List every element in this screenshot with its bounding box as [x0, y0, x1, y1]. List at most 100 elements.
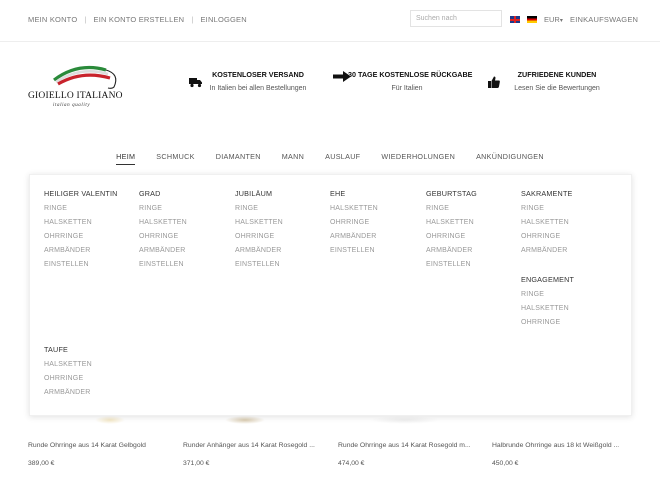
- product-name[interactable]: Runde Ohrringe aus 14 Karat Gelbgold: [28, 442, 178, 449]
- create-account-link[interactable]: EIN KONTO ERSTELLEN: [94, 15, 185, 24]
- separator: |: [84, 15, 87, 24]
- menu-item[interactable]: ARMBÄNDER: [139, 247, 187, 254]
- product-card[interactable]: Halbrunde Ohrringe aus 18 kt Weißgold ..…: [492, 442, 642, 467]
- menu-column-sacraments: SAKRAMENTE RINGE HALSKETTEN OHRRINGE ARM…: [521, 189, 573, 261]
- product-card[interactable]: Runde Ohrringe aus 14 Karat Gelbgold 389…: [28, 442, 178, 467]
- chevron-down-icon: ▾: [559, 18, 563, 24]
- nav-item-home[interactable]: HEIM: [116, 152, 136, 165]
- menu-item[interactable]: RINGE: [521, 205, 573, 212]
- nav-item-occasions[interactable]: WIEDERHOLUNGEN: [381, 152, 455, 165]
- menu-item[interactable]: ARMBÄNDER: [44, 389, 92, 396]
- menu-item[interactable]: RINGE: [235, 205, 283, 212]
- cart-link[interactable]: EINKAUFSWAGEN: [570, 15, 638, 24]
- menu-item[interactable]: RINGE: [139, 205, 187, 212]
- menu-item[interactable]: ARMBÄNDER: [44, 247, 118, 254]
- feature-title: KOSTENLOSER VERSAND: [212, 70, 304, 79]
- product-price: 371,00 €: [183, 460, 210, 467]
- menu-item[interactable]: OHRRINGE: [521, 233, 573, 240]
- product-name[interactable]: Halbrunde Ohrringe aus 18 kt Weißgold ..…: [492, 442, 642, 449]
- login-link[interactable]: EINLOGGEN: [200, 15, 246, 24]
- menu-item[interactable]: ARMBÄNDER: [235, 247, 283, 254]
- nav-item-jewelry[interactable]: SCHMUCK: [156, 152, 194, 165]
- menu-item[interactable]: HALSKETTEN: [139, 219, 187, 226]
- menu-item[interactable]: HALSKETTEN: [44, 361, 92, 368]
- thumbs-up-icon: [488, 76, 500, 88]
- menu-column-marriage: EHE HALSKETTEN OHRRINGE ARMBÄNDER EINSTE…: [330, 189, 378, 261]
- currency-selector[interactable]: EUR▾: [544, 15, 563, 24]
- feature-free-returns: 30 TAGE KOSTENLOSE RÜCKGABE Für Italien: [348, 70, 473, 92]
- product-name[interactable]: Runder Anhänger aus 14 Karat Rosegold ..…: [183, 442, 333, 449]
- menu-heading[interactable]: JUBILÄUM: [235, 189, 283, 198]
- menu-item[interactable]: OHRRINGE: [44, 233, 118, 240]
- menu-item[interactable]: OHRRINGE: [521, 319, 574, 326]
- feature-happy-customers: ZUFRIEDENE KUNDEN Lesen Sie die Bewertun…: [508, 70, 606, 92]
- menu-item[interactable]: ARMBÄNDER: [330, 233, 378, 240]
- product-image[interactable]: [95, 416, 125, 424]
- menu-heading[interactable]: EHE: [330, 189, 378, 198]
- menu-item[interactable]: EINSTELLEN: [139, 261, 187, 268]
- menu-item[interactable]: EINSTELLEN: [44, 261, 118, 268]
- feature-title: ZUFRIEDENE KUNDEN: [517, 70, 597, 79]
- logo[interactable]: GIOIELLO ITALIANO italian quality: [28, 60, 128, 112]
- menu-item[interactable]: EINSTELLEN: [235, 261, 283, 268]
- menu-heading[interactable]: HEILIGER VALENTIN: [44, 189, 118, 198]
- menu-heading[interactable]: GEBURTSTAG: [426, 189, 477, 198]
- top-bar: MEIN KONTO | EIN KONTO ERSTELLEN | EINLO…: [0, 0, 660, 42]
- mega-menu: HEILIGER VALENTIN RINGE HALSKETTEN OHRRI…: [29, 174, 632, 416]
- menu-item[interactable]: OHRRINGE: [330, 219, 378, 226]
- menu-column-valentine: HEILIGER VALENTIN RINGE HALSKETTEN OHRRI…: [44, 189, 118, 275]
- menu-item[interactable]: RINGE: [44, 205, 118, 212]
- menu-item[interactable]: RINGE: [426, 205, 477, 212]
- menu-column-birthday: GEBURTSTAG RINGE HALSKETTEN OHRRINGE ARM…: [426, 189, 477, 275]
- menu-item[interactable]: EINSTELLEN: [426, 261, 477, 268]
- logo-swoosh-icon: [53, 66, 117, 89]
- menu-item[interactable]: EINSTELLEN: [330, 247, 378, 254]
- product-price: 474,00 €: [338, 460, 365, 467]
- truck-icon: [189, 78, 202, 88]
- feature-subtitle: In Italien bei allen Bestellungen: [209, 85, 307, 92]
- menu-heading[interactable]: SAKRAMENTE: [521, 189, 573, 198]
- product-image[interactable]: [225, 416, 265, 424]
- menu-item[interactable]: ARMBÄNDER: [426, 247, 477, 254]
- menu-item[interactable]: OHRRINGE: [44, 375, 92, 382]
- currency-label: EUR: [544, 15, 560, 24]
- product-price: 450,00 €: [492, 460, 519, 467]
- menu-item[interactable]: HALSKETTEN: [521, 219, 573, 226]
- menu-item[interactable]: HALSKETTEN: [521, 305, 574, 312]
- logo-tagline: italian quality: [53, 103, 91, 108]
- nav-item-diamonds[interactable]: DIAMANTEN: [216, 152, 261, 165]
- product-card[interactable]: Runder Anhänger aus 14 Karat Rosegold ..…: [183, 442, 333, 467]
- search-input[interactable]: Suchen nach: [410, 10, 502, 27]
- account-links: MEIN KONTO | EIN KONTO ERSTELLEN | EINLO…: [28, 15, 247, 24]
- menu-column-engagement: ENGAGEMENT RINGE HALSKETTEN OHRRINGE: [521, 275, 574, 333]
- product-name[interactable]: Runde Ohrringe aus 14 Karat Rosegold m..…: [338, 442, 488, 449]
- menu-item[interactable]: OHRRINGE: [426, 233, 477, 240]
- nav-item-man[interactable]: MANN: [282, 152, 304, 165]
- menu-item[interactable]: ARMBÄNDER: [521, 247, 573, 254]
- menu-item[interactable]: HALSKETTEN: [330, 205, 378, 212]
- main-nav: HEIM SCHMUCK DIAMANTEN MANN AUSLAUF WIED…: [0, 152, 660, 165]
- menu-item[interactable]: OHRRINGE: [139, 233, 187, 240]
- nav-item-outlet[interactable]: AUSLAUF: [325, 152, 360, 165]
- menu-item[interactable]: HALSKETTEN: [44, 219, 118, 226]
- menu-item[interactable]: RINGE: [521, 291, 574, 298]
- menu-item[interactable]: HALSKETTEN: [426, 219, 477, 226]
- german-flag-icon[interactable]: [527, 16, 537, 23]
- nav-item-announcements[interactable]: ANKÜNDIGUNGEN: [476, 152, 544, 165]
- menu-heading[interactable]: ENGAGEMENT: [521, 275, 574, 284]
- feature-title: 30 TAGE KOSTENLOSE RÜCKGABE: [348, 70, 473, 79]
- menu-column-graduation: GRAD RINGE HALSKETTEN OHRRINGE ARMBÄNDER…: [139, 189, 187, 275]
- menu-item[interactable]: OHRRINGE: [235, 233, 283, 240]
- menu-heading[interactable]: GRAD: [139, 189, 187, 198]
- reviews-link[interactable]: Lesen Sie die Bewertungen: [508, 85, 606, 92]
- product-card[interactable]: Runde Ohrringe aus 14 Karat Rosegold m..…: [338, 442, 488, 467]
- my-account-link[interactable]: MEIN KONTO: [28, 15, 77, 24]
- product-image[interactable]: [370, 416, 440, 424]
- logo-name: GIOIELLO ITALIANO: [28, 91, 123, 101]
- menu-heading[interactable]: TAUFE: [44, 345, 92, 354]
- feature-free-shipping: KOSTENLOSER VERSAND In Italien bei allen…: [206, 70, 310, 92]
- product-price: 389,00 €: [28, 460, 55, 467]
- menu-column-anniversary: JUBILÄUM RINGE HALSKETTEN OHRRINGE ARMBÄ…: [235, 189, 283, 275]
- menu-item[interactable]: HALSKETTEN: [235, 219, 283, 226]
- uk-flag-icon[interactable]: [510, 16, 520, 23]
